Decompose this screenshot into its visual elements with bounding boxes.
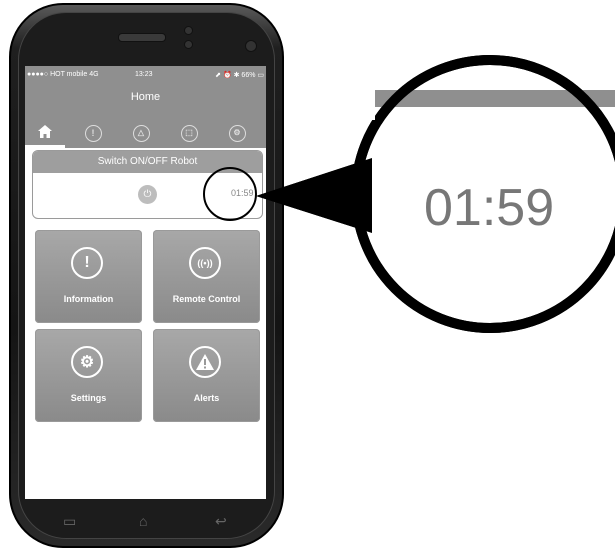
zoomed-timer: 01:59	[424, 179, 555, 237]
magnifier-ring	[256, 55, 615, 333]
